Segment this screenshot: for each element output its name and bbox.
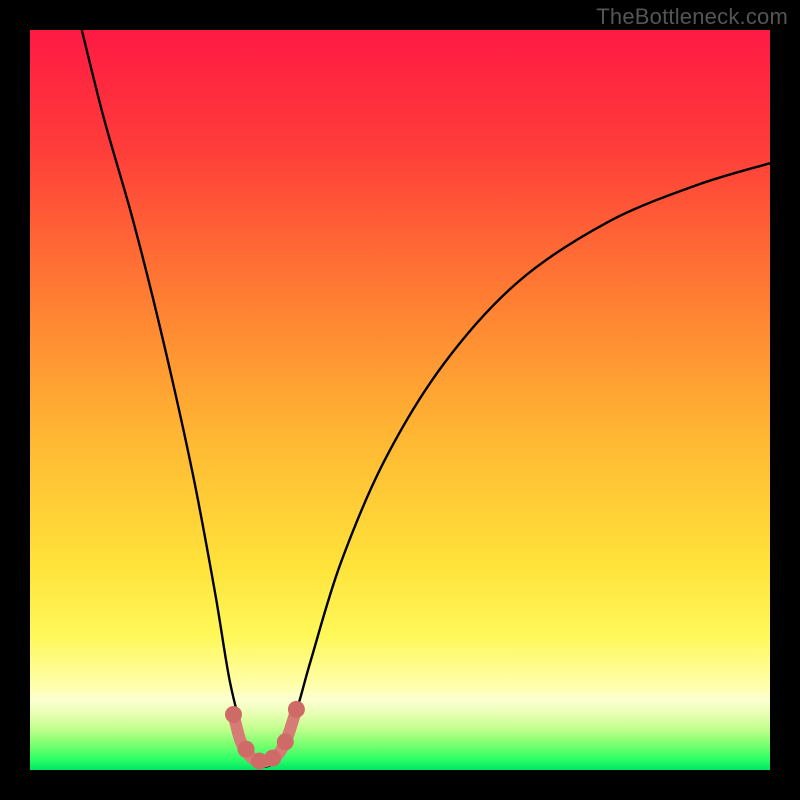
- plot-area: [30, 30, 770, 770]
- watermark: TheBottleneck.com: [596, 4, 788, 30]
- bottleneck-curve: [82, 30, 770, 767]
- marker-dot: [277, 733, 294, 750]
- marker-dot: [264, 750, 281, 767]
- marker-dot: [238, 741, 255, 758]
- marker-dot: [288, 701, 305, 718]
- curve-layer: [30, 30, 770, 770]
- marker-dot: [225, 706, 242, 723]
- chart-frame: TheBottleneck.com: [0, 0, 800, 800]
